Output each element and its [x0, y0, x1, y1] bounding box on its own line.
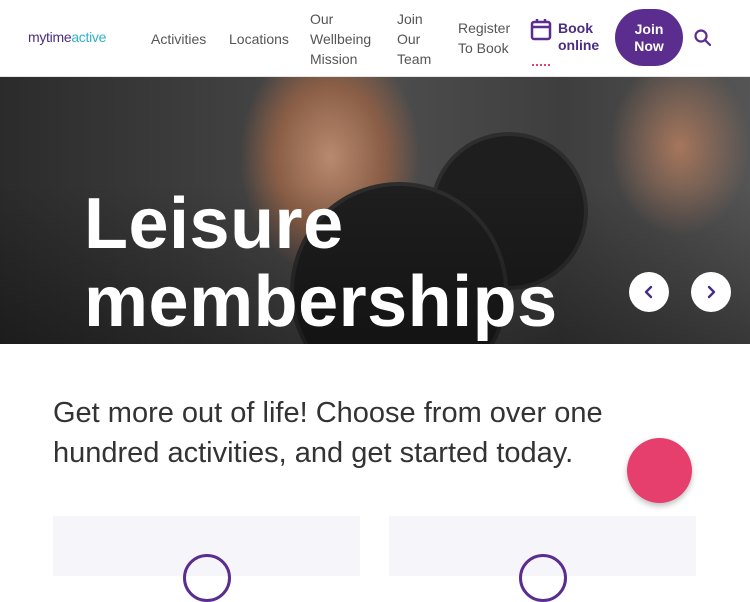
- card-icon-circle: [519, 554, 567, 602]
- hero-banner: Leisure memberships: [0, 77, 750, 344]
- feature-card[interactable]: [389, 516, 696, 602]
- nav-register-line1: Register: [458, 20, 511, 36]
- nav-register-to-book[interactable]: Register To Book: [458, 18, 518, 58]
- logo[interactable]: mytimeactive: [28, 29, 106, 45]
- site-header: mytimeactive Activities Locations Our We…: [0, 0, 750, 77]
- search-icon[interactable]: [693, 28, 713, 48]
- active-indicator: [532, 64, 550, 68]
- nav-team-line2: Our: [397, 31, 421, 47]
- join-line1: Join: [634, 20, 664, 37]
- nav-wellbeing-line3: Mission: [310, 51, 358, 67]
- join-now-button[interactable]: Join Now: [615, 9, 683, 66]
- intro-text: Get more out of life! Choose from over o…: [53, 397, 603, 469]
- nav-wellbeing-mission[interactable]: Our Wellbeing Mission: [310, 9, 380, 69]
- logo-part2: active: [71, 29, 107, 45]
- carousel-prev-button[interactable]: [629, 272, 669, 312]
- calendar-icon: [530, 19, 552, 41]
- logo-part1: mytime: [28, 29, 72, 45]
- hero-title-line2: memberships: [84, 262, 558, 342]
- nav-activities[interactable]: Activities: [151, 29, 206, 49]
- chevron-left-icon: [644, 285, 653, 299]
- hero-title-line1: Leisure: [84, 184, 344, 264]
- nav-wellbeing-line2: Wellbeing: [310, 31, 372, 47]
- chevron-right-icon: [707, 285, 716, 299]
- nav-locations[interactable]: Locations: [229, 29, 289, 49]
- join-line2: Now: [634, 37, 664, 54]
- nav-team-line1: Join: [397, 11, 423, 27]
- feature-card[interactable]: [53, 516, 360, 602]
- book-online-label: Book online: [558, 20, 599, 54]
- floating-action-button[interactable]: [627, 438, 692, 503]
- book-line1: Book: [558, 20, 593, 36]
- card-icon-circle: [183, 554, 231, 602]
- carousel-next-button[interactable]: [691, 272, 731, 312]
- nav-team-line3: Team: [397, 51, 432, 67]
- nav-wellbeing-line1: Our: [310, 11, 334, 27]
- hero-title: Leisure memberships: [84, 185, 558, 341]
- book-online-link[interactable]: Book online: [530, 18, 610, 66]
- book-line2: online: [558, 37, 600, 53]
- nav-join-our-team[interactable]: Join Our Team: [397, 9, 437, 69]
- nav-register-line2: To Book: [458, 40, 509, 56]
